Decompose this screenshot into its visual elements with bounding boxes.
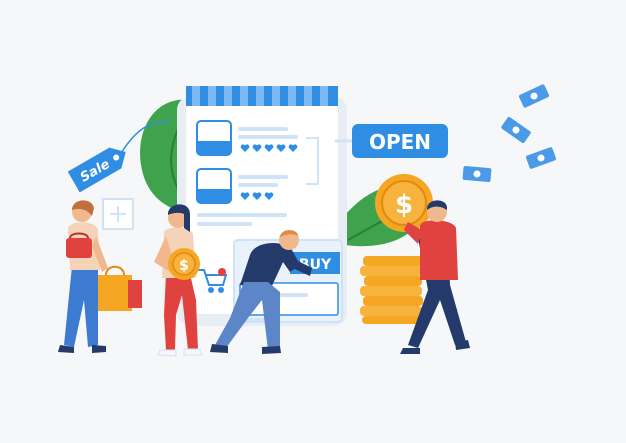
dollar-bill-icon bbox=[526, 147, 556, 169]
shop-awning bbox=[186, 86, 338, 106]
open-label: OPEN bbox=[369, 130, 431, 154]
coin-stack bbox=[360, 256, 423, 324]
svg-text:$: $ bbox=[179, 258, 189, 274]
svg-text:$: $ bbox=[395, 190, 413, 220]
dollar-bill-icon bbox=[519, 84, 549, 108]
plus-icon[interactable] bbox=[102, 198, 134, 230]
dollar-bill-icon bbox=[462, 165, 492, 183]
rating-hearts-2 bbox=[240, 192, 274, 200]
shopping-bag bbox=[98, 275, 132, 311]
ecommerce-illustration: BUY OPEN Sale $ $ bbox=[58, 84, 556, 357]
dollar-bill-icon bbox=[501, 117, 531, 143]
sale-tag: Sale bbox=[67, 147, 126, 193]
open-sign: OPEN bbox=[335, 124, 448, 158]
